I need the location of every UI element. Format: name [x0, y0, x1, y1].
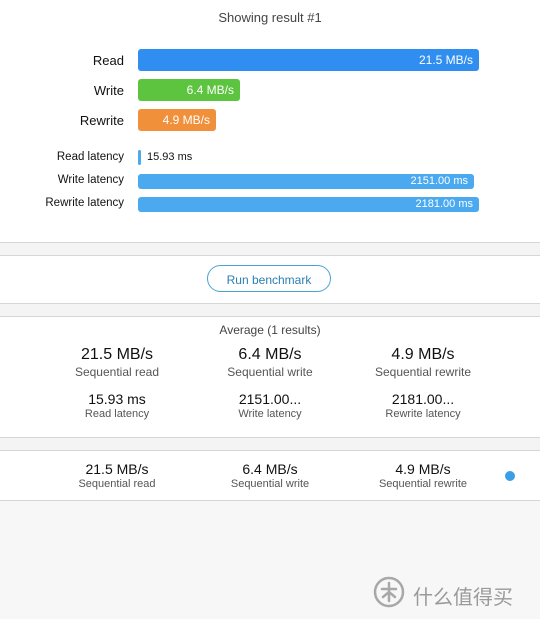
- rewrite-bar-value: 4.9 MB/s: [162, 113, 210, 127]
- write-latency-bar: 2151.00 ms: [138, 174, 474, 189]
- zhide-mai-logo-icon: [373, 576, 405, 608]
- write-latency-label: Write latency: [57, 174, 124, 186]
- read-label: Read: [92, 53, 124, 68]
- history-seq-write-label: Sequential write: [230, 478, 310, 490]
- avg-read-latency-value: 15.93 ms: [88, 391, 146, 407]
- avg-read-latency: 15.93 ms Read latency: [42, 391, 192, 420]
- history-seq-rewrite-label: Sequential rewrite: [378, 478, 468, 490]
- read-latency-value: 15.93 ms: [147, 151, 193, 163]
- read-latency-label: Read latency: [56, 151, 124, 163]
- avg-write-latency-value: 2151.00...: [238, 391, 302, 407]
- write-label: Write: [93, 83, 124, 98]
- result-title: Showing result #1: [218, 10, 322, 25]
- history-seq-rewrite: 4.9 MB/s Sequential rewrite: [348, 461, 498, 490]
- history-seq-read-value: 21.5 MB/s: [85, 461, 149, 477]
- rewrite-latency-label: Rewrite latency: [45, 197, 124, 209]
- selected-indicator-dot: [505, 471, 515, 481]
- read-bar-value: 21.5 MB/s: [418, 53, 473, 67]
- run-benchmark-button[interactable]: Run benchmark: [207, 265, 331, 292]
- avg-seq-write-label: Sequential write: [227, 365, 313, 379]
- avg-rewrite-latency-label: Rewrite latency: [385, 408, 461, 420]
- rewrite-latency-value: 2181.00 ms: [415, 198, 473, 210]
- history-seq-rewrite-value: 4.9 MB/s: [395, 461, 451, 477]
- history-seq-read-label: Sequential read: [78, 478, 156, 490]
- history-seq-read: 21.5 MB/s Sequential read: [42, 461, 192, 490]
- read-latency-bar: [138, 150, 141, 165]
- avg-rewrite-latency: 2181.00... Rewrite latency: [348, 391, 498, 420]
- rewrite-latency-bar: 2181.00 ms: [138, 197, 479, 212]
- avg-write-latency: 2151.00... Write latency: [195, 391, 345, 420]
- watermark-text: 什么值得买: [413, 587, 513, 609]
- rewrite-bar: 4.9 MB/s: [138, 109, 216, 131]
- avg-read-latency-label: Read latency: [84, 408, 150, 420]
- watermark: 什么值得买: [373, 576, 533, 610]
- avg-rewrite-latency-value: 2181.00...: [391, 391, 455, 407]
- average-title: Average (1 results): [219, 323, 321, 337]
- avg-seq-read-value: 21.5 MB/s: [80, 346, 154, 363]
- avg-seq-read: 21.5 MB/s Sequential read: [42, 346, 192, 379]
- write-bar-value: 6.4 MB/s: [186, 83, 234, 97]
- rewrite-label: Rewrite: [79, 113, 124, 128]
- history-seq-write: 6.4 MB/s Sequential write: [195, 461, 345, 490]
- avg-seq-write: 6.4 MB/s Sequential write: [195, 346, 345, 379]
- write-latency-value: 2151.00 ms: [410, 175, 468, 187]
- write-bar: 6.4 MB/s: [138, 79, 240, 101]
- avg-seq-rewrite: 4.9 MB/s Sequential rewrite: [348, 346, 498, 379]
- read-bar: 21.5 MB/s: [138, 49, 479, 71]
- avg-seq-rewrite-label: Sequential rewrite: [374, 365, 472, 379]
- avg-seq-rewrite-value: 4.9 MB/s: [391, 346, 455, 363]
- history-seq-write-value: 6.4 MB/s: [242, 461, 298, 477]
- avg-seq-read-label: Sequential read: [74, 365, 160, 379]
- avg-write-latency-label: Write latency: [238, 408, 302, 420]
- avg-seq-write-value: 6.4 MB/s: [238, 346, 302, 363]
